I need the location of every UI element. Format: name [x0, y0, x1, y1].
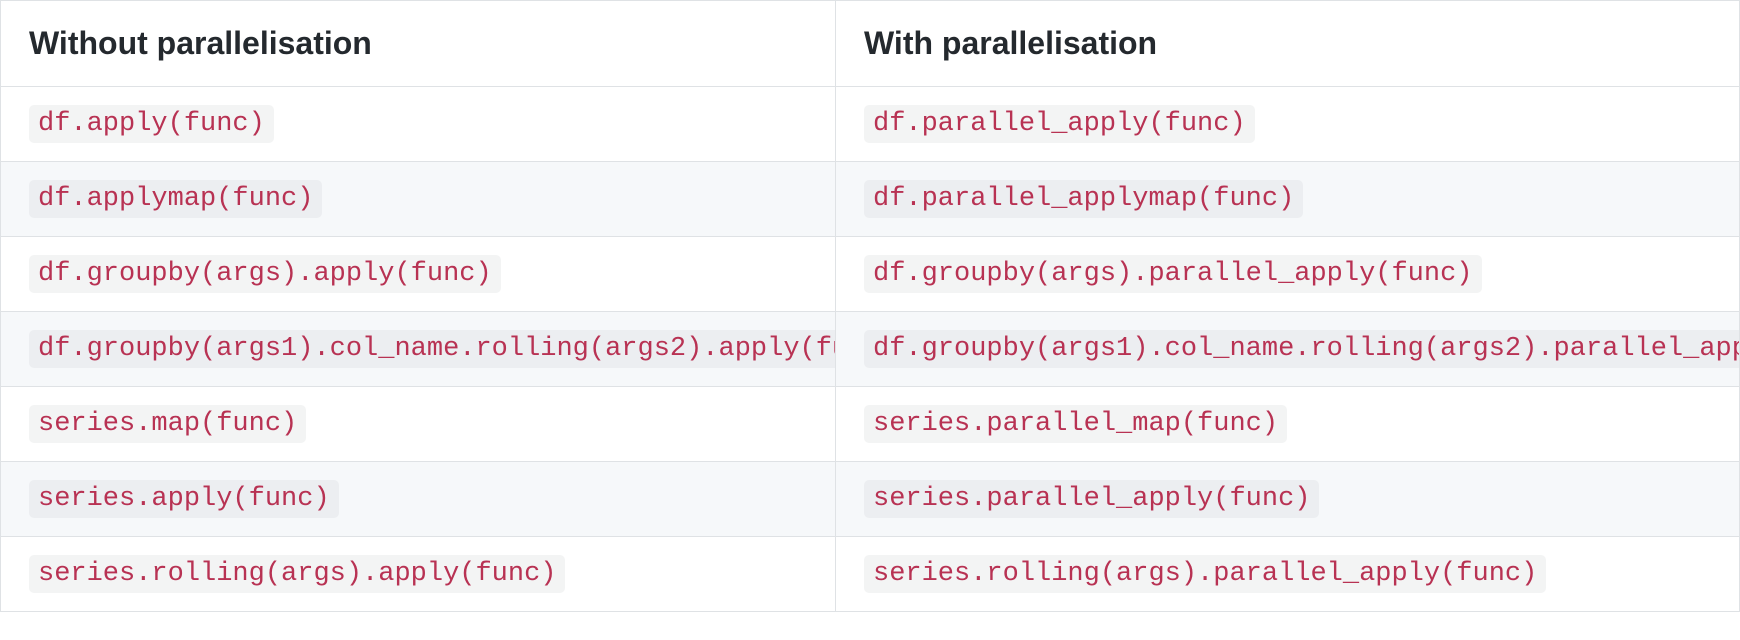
code-without: series.map(func) [29, 405, 306, 443]
table-row: df.apply(func) df.parallel_apply(func) [1, 87, 1740, 162]
table-row: series.apply(func) series.parallel_apply… [1, 462, 1740, 537]
code-with: df.groupby(args1).col_name.rolling(args2… [864, 330, 1740, 368]
code-with: series.rolling(args).parallel_apply(func… [864, 555, 1546, 593]
code-with: series.parallel_map(func) [864, 405, 1287, 443]
code-with: df.groupby(args).parallel_apply(func) [864, 255, 1482, 293]
comparison-table: Without parallelisation With parallelisa… [0, 0, 1740, 612]
header-without: Without parallelisation [1, 1, 836, 87]
code-with: series.parallel_apply(func) [864, 480, 1319, 518]
code-without: df.groupby(args1).col_name.rolling(args2… [29, 330, 836, 368]
table-row: df.groupby(args1).col_name.rolling(args2… [1, 312, 1740, 387]
code-without: df.groupby(args).apply(func) [29, 255, 501, 293]
code-without: df.apply(func) [29, 105, 274, 143]
code-without: df.applymap(func) [29, 180, 322, 218]
header-with: With parallelisation [836, 1, 1740, 87]
code-with: df.parallel_applymap(func) [864, 180, 1303, 218]
code-with: df.parallel_apply(func) [864, 105, 1255, 143]
code-without: series.rolling(args).apply(func) [29, 555, 565, 593]
table-row: df.applymap(func) df.parallel_applymap(f… [1, 162, 1740, 237]
table-row: series.rolling(args).apply(func) series.… [1, 537, 1740, 612]
table-header-row: Without parallelisation With parallelisa… [1, 1, 1740, 87]
code-without: series.apply(func) [29, 480, 339, 518]
table-row: df.groupby(args).apply(func) df.groupby(… [1, 237, 1740, 312]
table-row: series.map(func) series.parallel_map(fun… [1, 387, 1740, 462]
